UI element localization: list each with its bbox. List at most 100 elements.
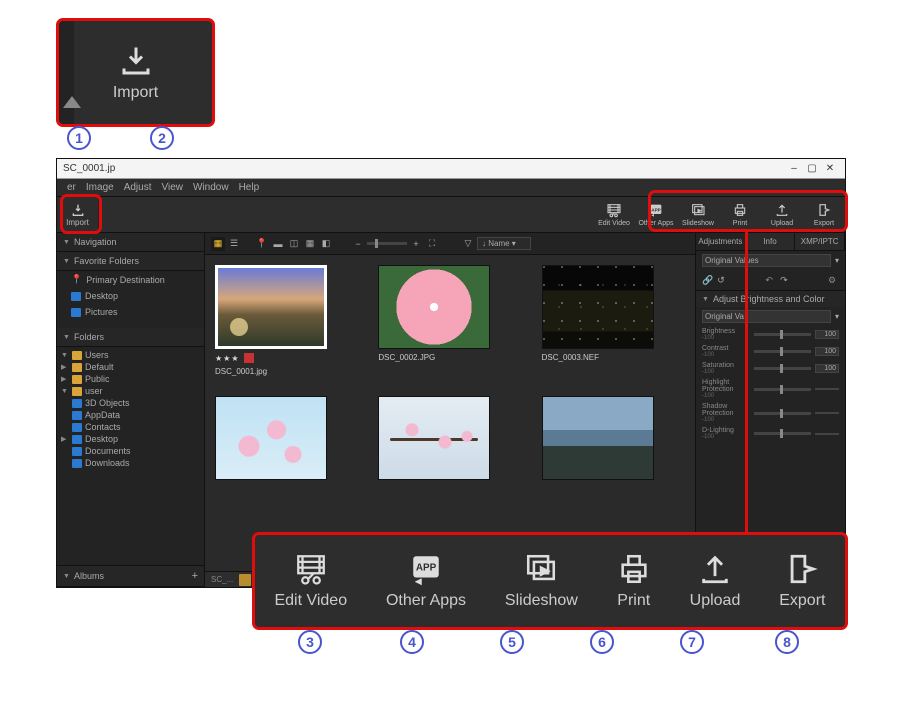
tree-node[interactable]: ▶Default bbox=[57, 361, 204, 373]
slider-value[interactable]: 100 bbox=[815, 347, 839, 356]
toolbar: Import Edit Video APP Other Apps Slidesh… bbox=[57, 197, 845, 233]
fullscreen-icon[interactable]: ⛶ bbox=[425, 237, 439, 251]
right-tabs: Adjustments Info XMP/IPTC bbox=[696, 233, 845, 251]
menu-help[interactable]: Help bbox=[239, 182, 260, 193]
thumbnail[interactable]: DSC_0002.JPG bbox=[378, 265, 521, 376]
thumbnail[interactable] bbox=[378, 396, 521, 480]
slider-value[interactable]: 100 bbox=[815, 364, 839, 373]
zoom-in-icon[interactable]: + bbox=[409, 237, 423, 251]
slider-value[interactable] bbox=[815, 433, 839, 435]
titlebar: SC_0001.jp – ▢ ✕ bbox=[57, 159, 845, 179]
menu-image[interactable]: Image bbox=[86, 182, 114, 193]
slider-value[interactable] bbox=[815, 412, 839, 414]
tab-xmp[interactable]: XMP/IPTC bbox=[795, 233, 845, 250]
link-icon[interactable]: 🔗 bbox=[702, 275, 713, 286]
albums-section[interactable]: Albums + bbox=[57, 565, 204, 587]
slideshow-button-zoom[interactable]: Slideshow bbox=[499, 552, 584, 610]
window-maximize[interactable]: ▢ bbox=[803, 163, 821, 174]
folders-section[interactable]: Folders bbox=[57, 328, 204, 347]
other-apps-button[interactable]: APP Other Apps bbox=[635, 197, 677, 232]
tree-node[interactable]: 3D Objects bbox=[57, 397, 204, 409]
center-panel: ▦ ☰ 📍 ▬ ◫ ▦ ◧ − + ⛶ bbox=[205, 233, 695, 587]
tree-node[interactable]: Contacts bbox=[57, 421, 204, 433]
menu-first[interactable]: er bbox=[67, 182, 76, 193]
revert-icon[interactable]: ↺ bbox=[717, 275, 725, 286]
slider-row: Shadow Protection-100 bbox=[696, 401, 845, 425]
redo-icon[interactable]: ↷ bbox=[780, 275, 788, 286]
undo-icon[interactable]: ↶ bbox=[762, 273, 776, 287]
tree-node[interactable]: ▶Public bbox=[57, 373, 204, 385]
slider-track[interactable] bbox=[754, 432, 811, 435]
slider-track[interactable] bbox=[754, 388, 811, 391]
window-minimize[interactable]: – bbox=[785, 163, 803, 174]
preset-select[interactable]: Original Values bbox=[702, 254, 831, 267]
desktop-fav[interactable]: Desktop bbox=[57, 288, 204, 304]
menu-adjust[interactable]: Adjust bbox=[124, 182, 152, 193]
thumbnail[interactable] bbox=[215, 396, 358, 480]
slider-value[interactable]: 100 bbox=[815, 330, 839, 339]
import-button-zoom[interactable]: Import bbox=[113, 43, 158, 102]
slideshow-icon bbox=[690, 202, 706, 218]
tab-info[interactable]: Info bbox=[746, 233, 796, 250]
before-after-icon[interactable]: ◧ bbox=[319, 237, 333, 251]
menu-window[interactable]: Window bbox=[193, 182, 229, 193]
menu-view[interactable]: View bbox=[162, 182, 184, 193]
svg-text:APP: APP bbox=[651, 207, 661, 212]
zoom-output-panel: Edit Video APP Other Apps Slideshow Prin… bbox=[255, 535, 845, 627]
export-button[interactable]: Export bbox=[803, 197, 845, 232]
print-button-zoom[interactable]: Print bbox=[611, 552, 657, 610]
slider-label: Brightness-100 bbox=[702, 328, 750, 341]
list-view-icon[interactable]: ☰ bbox=[227, 237, 241, 251]
import-label: Import bbox=[113, 84, 158, 102]
thumbnail[interactable] bbox=[542, 396, 685, 480]
compare-2-icon[interactable]: ◫ bbox=[287, 237, 301, 251]
favorite-folders-section[interactable]: Favorite Folders bbox=[57, 252, 204, 271]
zoom-out-icon[interactable]: − bbox=[351, 237, 365, 251]
filter-icon[interactable]: ▽ bbox=[461, 237, 475, 251]
other-apps-button-zoom[interactable]: APP Other Apps bbox=[380, 552, 472, 610]
other-apps-label: Other Apps bbox=[638, 220, 673, 227]
tree-node[interactable]: ▼user bbox=[57, 385, 204, 397]
window-close[interactable]: ✕ bbox=[821, 163, 839, 174]
tree-node[interactable]: AppData bbox=[57, 409, 204, 421]
edit-video-label: Edit Video bbox=[598, 220, 630, 227]
thumbnail-image bbox=[378, 396, 490, 480]
status-icon-1[interactable] bbox=[239, 574, 251, 586]
filename: DSC_0003.NEF bbox=[542, 353, 685, 362]
single-view-icon[interactable]: ▬ bbox=[271, 237, 285, 251]
desktop-label: Desktop bbox=[85, 291, 118, 301]
subpreset-select[interactable]: Original Va bbox=[702, 310, 831, 323]
primary-destination[interactable]: 📍Primary Destination bbox=[57, 271, 204, 288]
tree-node[interactable]: Documents bbox=[57, 445, 204, 457]
upload-button-zoom[interactable]: Upload bbox=[684, 552, 747, 610]
svg-text:APP: APP bbox=[416, 562, 437, 573]
settings-gear-icon[interactable]: ⚙ bbox=[825, 273, 839, 287]
upload-button[interactable]: Upload bbox=[761, 197, 803, 232]
nav-section[interactable]: Navigation bbox=[57, 233, 204, 252]
group-adjust-bc[interactable]: Adjust Brightness and Color bbox=[713, 294, 825, 304]
slider-track[interactable] bbox=[754, 412, 811, 415]
add-album-button[interactable]: + bbox=[192, 570, 198, 582]
slideshow-button[interactable]: Slideshow bbox=[677, 197, 719, 232]
slider-track[interactable] bbox=[754, 333, 811, 336]
import-button[interactable]: Import bbox=[57, 197, 99, 232]
slider-track[interactable] bbox=[754, 350, 811, 353]
export-button-zoom[interactable]: Export bbox=[773, 552, 831, 610]
thumbnail[interactable]: ★★★ DSC_0001.jpg bbox=[215, 265, 358, 376]
tree-node[interactable]: ▶Desktop bbox=[57, 433, 204, 445]
thumbnail[interactable]: DSC_0003.NEF bbox=[542, 265, 685, 376]
tab-adjustments[interactable]: Adjustments bbox=[696, 233, 746, 250]
tree-node[interactable]: Downloads bbox=[57, 457, 204, 469]
grid-view-icon[interactable]: ▦ bbox=[211, 237, 225, 251]
pictures-fav[interactable]: Pictures bbox=[57, 304, 204, 320]
sort-select[interactable]: ↓ Name ▾ bbox=[477, 237, 531, 250]
tree-node[interactable]: ▼Users bbox=[57, 349, 204, 361]
slider-track[interactable] bbox=[754, 367, 811, 370]
pin-icon[interactable]: 📍 bbox=[255, 237, 269, 251]
print-button[interactable]: Print bbox=[719, 197, 761, 232]
zoom-slider[interactable] bbox=[367, 242, 407, 245]
edit-video-button-zoom[interactable]: Edit Video bbox=[268, 552, 353, 610]
slider-value[interactable] bbox=[815, 388, 839, 390]
edit-video-button[interactable]: Edit Video bbox=[593, 197, 635, 232]
compare-4-icon[interactable]: ▦ bbox=[303, 237, 317, 251]
